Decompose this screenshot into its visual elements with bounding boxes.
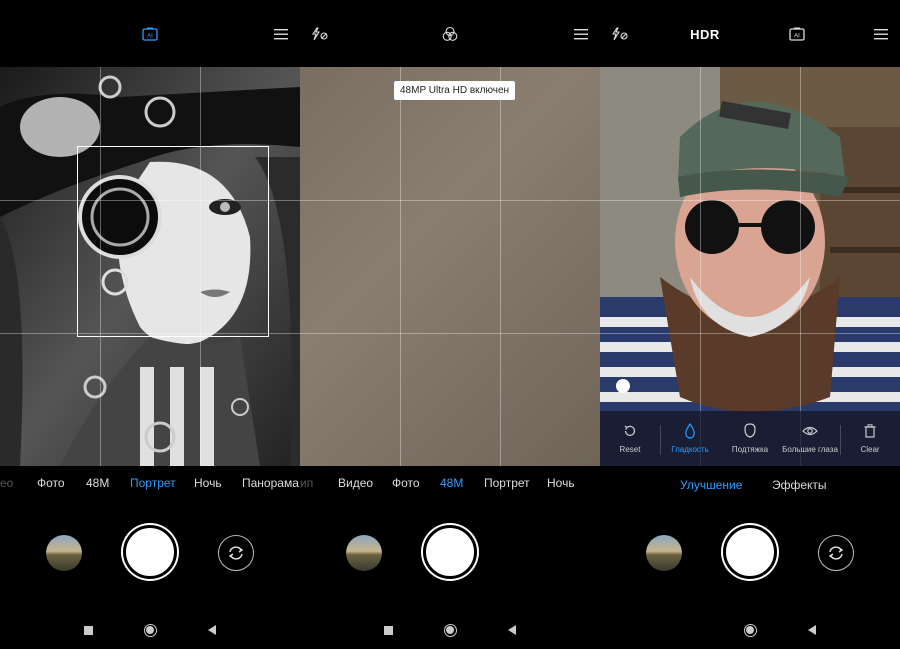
mode-selector: ип Видео Фото 48M Портрет Ночь: [300, 476, 600, 496]
nav-recent-button[interactable]: [80, 622, 96, 638]
mode-selector: ео Фото 48M Портрет Ночь Панорама: [0, 476, 300, 496]
nav-home-button[interactable]: [142, 622, 158, 638]
beauty-toolbar: Reset Гладкость Подтяжка Большие глаза C…: [600, 411, 900, 466]
beauty-smoothness-button[interactable]: Гладкость: [660, 421, 720, 454]
beauty-lift-label: Подтяжка: [731, 445, 769, 454]
mode-night[interactable]: Ночь: [547, 476, 575, 490]
mode-photo[interactable]: Фото: [37, 476, 65, 490]
toast-message: 48MP Ultra HD включен: [394, 81, 516, 100]
shutter-button[interactable]: [123, 525, 177, 579]
circle-icon: [443, 623, 457, 637]
face-icon: [744, 423, 756, 438]
gallery-thumbnail[interactable]: [46, 535, 82, 571]
drop-icon: [685, 423, 695, 439]
back-triangle-icon: [508, 625, 516, 635]
filters-icon[interactable]: [438, 22, 462, 46]
square-icon: [83, 625, 93, 635]
top-toolbar: HDR AI: [600, 0, 900, 67]
mode-night[interactable]: Ночь: [194, 476, 222, 490]
nav-home-button[interactable]: [442, 622, 458, 638]
rotate-camera-icon: [828, 546, 844, 560]
camera-panel-portrait: AI ео Фото 48M Портрет Ночь Панорама: [0, 0, 300, 649]
mode-portrait[interactable]: Портрет: [484, 476, 530, 490]
camera-viewfinder[interactable]: [300, 67, 600, 466]
nav-back-button[interactable]: [504, 622, 520, 638]
beauty-lift-button[interactable]: Подтяжка: [720, 421, 780, 454]
beauty-big-eyes-label: Большие глаза: [782, 445, 838, 454]
shutter-button[interactable]: [423, 525, 477, 579]
beauty-big-eyes-button[interactable]: Большие глаза: [780, 421, 840, 454]
grid-line: [500, 67, 501, 466]
grid-line: [600, 200, 900, 201]
menu-icon[interactable]: [569, 22, 593, 46]
nav-home-button[interactable]: [742, 622, 758, 638]
mode-panorama[interactable]: Панорама: [242, 476, 299, 490]
ai-scene-icon[interactable]: AI: [138, 22, 162, 46]
beauty-clear-label: Clear: [860, 445, 880, 454]
square-icon: [383, 625, 393, 635]
mode-photo[interactable]: Фото: [392, 476, 420, 490]
beauty-reset-label: Reset: [619, 445, 641, 454]
nav-back-button[interactable]: [804, 622, 820, 638]
mode-video-partial[interactable]: ео: [0, 476, 13, 490]
circle-icon: [143, 623, 157, 637]
back-triangle-icon: [808, 625, 816, 635]
hdr-label: HDR: [690, 26, 720, 42]
grid-line: [600, 333, 900, 334]
flash-off-icon[interactable]: [308, 22, 332, 46]
gallery-thumbnail[interactable]: [346, 535, 382, 571]
grid-line: [800, 67, 801, 466]
grid-line: [400, 67, 401, 466]
back-triangle-icon: [208, 625, 216, 635]
selfie-man-image: [600, 67, 900, 466]
gallery-thumbnail[interactable]: [646, 535, 682, 571]
mode-partial[interactable]: ип: [300, 476, 313, 490]
eye-icon: [802, 426, 818, 436]
camera-panel-48m: 48MP Ultra HD включен ип Видео Фото 48M …: [300, 0, 600, 649]
flash-off-icon[interactable]: [608, 22, 632, 46]
nav-back-button[interactable]: [204, 622, 220, 638]
nav-recent-button[interactable]: [380, 622, 396, 638]
hdr-toggle[interactable]: HDR: [690, 22, 720, 46]
mode-48m[interactable]: 48M: [440, 476, 463, 490]
grid-line: [700, 67, 701, 466]
top-toolbar: [300, 0, 600, 67]
switch-camera-button[interactable]: [218, 535, 254, 571]
menu-icon[interactable]: [269, 22, 293, 46]
mode-portrait[interactable]: Портрет: [130, 476, 176, 490]
ai-scene-icon[interactable]: AI: [785, 22, 809, 46]
trash-icon: [864, 424, 876, 438]
beauty-smoothness-label: Гладкость: [671, 445, 709, 454]
camera-viewfinder[interactable]: [0, 67, 300, 466]
ai-icon-label: AI: [794, 34, 800, 40]
grid-line: [300, 333, 600, 334]
grid-line: [300, 200, 600, 201]
face-detection-box: [77, 146, 269, 337]
tab-effects[interactable]: Эффекты: [772, 478, 827, 492]
mode-video[interactable]: Видео: [338, 476, 373, 490]
circle-icon: [743, 623, 757, 637]
menu-icon[interactable]: [869, 22, 893, 46]
camera-viewfinder[interactable]: [600, 67, 900, 466]
ai-icon-label: AI: [147, 34, 153, 40]
beauty-reset-button[interactable]: Reset: [600, 421, 660, 454]
shutter-button[interactable]: [723, 525, 777, 579]
mode-48m[interactable]: 48M: [86, 476, 109, 490]
reset-icon: [624, 425, 636, 436]
switch-camera-button[interactable]: [818, 535, 854, 571]
top-toolbar: AI: [0, 0, 300, 67]
camera-panel-beauty: HDR AI Reset Гладкость Подтяжка Большие …: [600, 0, 900, 649]
tab-enhance[interactable]: Улучшение: [680, 478, 742, 492]
rotate-camera-icon: [228, 546, 244, 560]
beauty-clear-button[interactable]: Clear: [840, 421, 900, 454]
